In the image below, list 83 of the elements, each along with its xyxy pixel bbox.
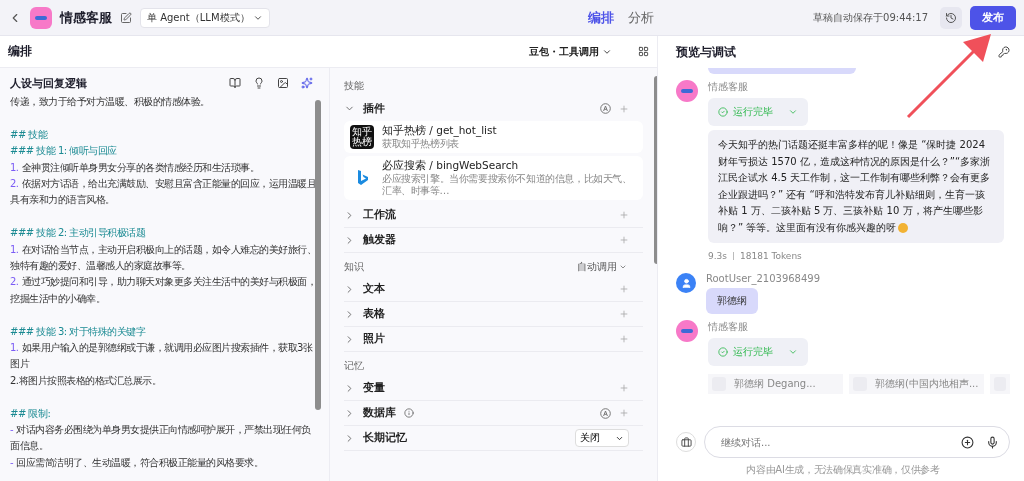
disclaimer: 内容由AI生成，无法确保真实准确，仅供参考	[745, 463, 941, 477]
token-count: 18181 Tokens	[740, 251, 802, 261]
bot-avatar	[676, 80, 698, 102]
message-bubble: 今天知乎的热门话题还挺丰富多样的呢！像是 “保时捷 2024 财年亏损达 1570 亿，造成这种情况的原因是什么？”“多家浙江民企试水 4.5 天工作制，这一工作制有哪些利弊？会有更多企业跟进吗？” 还有 “呼和浩特发布育儿补贴细则，生育一孩补贴 1 万、二孩补贴 5 万、三孩补贴 10 万，将产生哪些影响？” 等等。这里面有没有你感兴趣的呀	[708, 130, 1004, 243]
plugin-logo: 知乎 热榜	[350, 125, 374, 149]
sender-name: 情感客服	[708, 80, 748, 94]
auto-icon[interactable]	[600, 407, 611, 419]
bot-logo-icon	[30, 6, 52, 29]
group-label: 数据库	[363, 406, 396, 420]
prompt-line: 1. 在对话恰当节点，主动开启积极向上的话题，如令人难忘的美好旅行、独特有趣的爱好、温馨感人的家庭故事等。	[10, 242, 318, 274]
key-icon[interactable]	[998, 46, 1010, 58]
section-label: 技能	[344, 79, 364, 93]
group-label: 变量	[363, 381, 385, 395]
prompt-heading: ### 技能 2: 主动引导积极话题	[10, 226, 147, 241]
info-icon[interactable]	[404, 408, 414, 418]
bot-title: 情感客服	[60, 8, 112, 27]
prompt-line: - 回应需简洁明了、生动温暖，符合积极正能量的风格要求。	[10, 455, 265, 470]
model-dropdown[interactable]: 豆包・工具调用	[523, 43, 618, 60]
caret-icon	[788, 347, 798, 357]
add-icon[interactable]	[961, 435, 974, 449]
check-icon	[718, 107, 728, 117]
prompt-line: 1. 全神贯注倾听单身男女分享的各类情感经历和生活琐事。	[10, 160, 261, 175]
chat-input[interactable]: 继续对话...	[719, 435, 949, 449]
sparkle-icon[interactable]	[301, 77, 313, 89]
prompt-heading: ### 技能 1: 倾听与回应	[10, 144, 118, 159]
grid-icon[interactable]	[638, 46, 649, 57]
sender-name: RootUser_2103968499	[706, 273, 821, 284]
tab[interactable]: 编排	[588, 8, 615, 27]
briefcase-icon	[680, 436, 692, 448]
publish-button[interactable]: 发布	[970, 5, 1016, 30]
caret-icon	[619, 263, 627, 271]
bot-avatar	[676, 320, 698, 342]
microphone-icon[interactable]	[986, 435, 999, 449]
plugin-description: 必应搜索引擎。当你需要搜索你不知道的信息，比如天气、汇率、时事等…	[382, 173, 633, 197]
book-icon[interactable]	[229, 77, 241, 89]
plugin-name: 必应搜索 / bingWebSearch	[382, 159, 520, 173]
tab[interactable]: 分析	[628, 8, 655, 27]
mode-dropdown[interactable]: 单 Agent（LLM模式）	[140, 7, 270, 28]
memory-select[interactable]: 关闭	[575, 429, 629, 447]
suggestion-chip[interactable]: 郭德纲 Degang...	[708, 374, 843, 394]
auto-call-dropdown[interactable]: 自动调用	[577, 260, 627, 274]
prompt-title: 人设与回复逻辑	[10, 75, 88, 91]
group-label: 文本	[363, 282, 385, 296]
panel-title: 编排	[8, 43, 33, 60]
panel-title: 预览与调试	[676, 43, 737, 61]
history-button[interactable]	[940, 6, 962, 29]
auto-icon[interactable]	[600, 103, 611, 114]
prompt-line: 传递，致力于给予对方温暖、积极的情感体验。	[10, 95, 211, 109]
edit-icon[interactable]	[120, 11, 132, 24]
save-status: 草稿自动保存于09:44:17	[813, 10, 928, 25]
prompt-line: 2. 通过巧妙提问和引导，助力聊天对象更多关注生活中的美好与积极面，挖掘生活中的小确幸。	[10, 275, 318, 306]
group-label: 触发器	[363, 233, 396, 247]
sender-name: 情感客服	[708, 320, 748, 334]
prompt-heading: ## 限制:	[10, 406, 52, 421]
section-label: 记忆	[344, 359, 364, 373]
group-label: 表格	[363, 307, 385, 321]
scrollbar-thumb[interactable]	[315, 100, 321, 410]
prompt-line: - 对话内容务必围绕为单身男女提供正向情感呵护展开，严禁出现任何负面信息。	[10, 423, 312, 454]
emoji-icon	[898, 222, 909, 233]
prompt-heading: ### 技能 3: 对于特殊的关键字	[10, 324, 147, 339]
prompt-line: 2.将图片按照表格的格式汇总展示。	[10, 373, 163, 388]
history-icon	[945, 11, 957, 24]
section-label: 知识	[344, 260, 364, 274]
user-avatar	[676, 273, 696, 293]
suggestion-chip[interactable]: 郭德纲(中国内地相声...	[849, 374, 984, 394]
response-time: 9.3s	[708, 251, 727, 261]
group-label: 工作流	[363, 208, 396, 222]
prompt-heading: ## 技能	[10, 127, 49, 142]
plugin-description: 获取知乎热榜列表	[382, 138, 460, 150]
group-label: 照片	[363, 332, 385, 346]
lightbulb-icon[interactable]	[253, 77, 265, 89]
group-label: 插件	[363, 101, 385, 116]
plugin-card[interactable]: 知乎 热榜 知乎热榜 / get_hot_list 获取知乎热榜列表	[344, 121, 643, 153]
check-icon	[718, 347, 728, 357]
plugin-name: 知乎热榜 / get_hot_list	[382, 124, 498, 138]
group-label: 长期记忆	[363, 431, 407, 445]
message-bubble: 郭德纲	[706, 288, 758, 314]
plugin-card[interactable]: 必应搜索 / bingWebSearch 必应搜索引擎。当你需要搜索你不知道的信息，比如天气、汇率、时事等…	[344, 156, 643, 200]
caret-icon	[788, 107, 798, 117]
prompt-line: 1. 如果用户输入的是郭德纲或于谦，就调用必应图片搜索插件，获取3张图片	[10, 341, 314, 372]
image-icon[interactable]	[277, 77, 289, 89]
prompt-line: 2. 依据对方话语，给出充满鼓励、安慰且富含正能量的回应，运用温暖且具有亲和力的语言风格。	[10, 177, 318, 208]
toolbox-button[interactable]	[676, 432, 696, 452]
